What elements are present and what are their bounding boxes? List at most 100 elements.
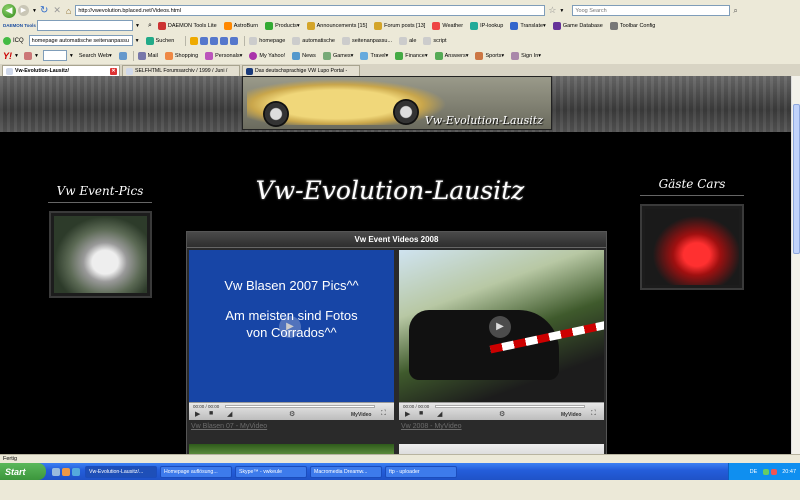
search-web-button[interactable]: Search Web ▾ — [79, 53, 112, 59]
video-screen[interactable]: Vw Blasen 2007 Pics^^ Am meisten sind Fo… — [189, 250, 394, 402]
home-icon[interactable]: ⌂ — [66, 6, 71, 16]
seek-bar[interactable] — [435, 405, 585, 408]
term-seitenanpassung[interactable]: seitenanpassu... — [342, 36, 392, 45]
forward-button[interactable]: ▶ — [18, 5, 29, 16]
search-icon[interactable]: ⌕ — [733, 6, 737, 16]
term-homepage[interactable]: homepage — [249, 36, 285, 45]
pencil-icon[interactable] — [23, 51, 32, 60]
find-icon[interactable] — [230, 36, 239, 45]
stop-button-icon[interactable]: ■ — [419, 410, 423, 417]
bookmark-star-icon[interactable]: ☆ — [548, 5, 556, 16]
news-button[interactable]: News — [292, 51, 316, 60]
video-player[interactable]: Vw Blasen 2007 Pics^^ Am meisten sind Fo… — [189, 250, 394, 438]
term-script[interactable]: script — [423, 36, 447, 45]
back-button[interactable]: ◀ — [2, 3, 16, 18]
search-icon[interactable]: ⌕ — [148, 22, 152, 30]
settings-icon[interactable]: ⚙ — [499, 410, 505, 418]
tray-icon[interactable] — [771, 468, 778, 475]
weather-button[interactable]: Weather — [432, 21, 463, 30]
game-database-button[interactable]: Game Database — [552, 21, 603, 30]
stop-button-icon[interactable]: ■ — [209, 410, 213, 417]
astroburn-button[interactable]: AstroBurn — [223, 21, 258, 30]
games-button[interactable]: Games ▾ — [322, 51, 353, 60]
term-ale[interactable]: ale — [399, 36, 416, 45]
quicklaunch-icon[interactable] — [52, 467, 60, 476]
play-button-icon[interactable]: ▶ — [405, 410, 410, 418]
daemon-search-field[interactable] — [37, 20, 133, 31]
zoom-out-icon[interactable] — [210, 36, 219, 45]
video-preview-partial[interactable] — [189, 444, 394, 454]
play-icon[interactable]: ▶ — [279, 316, 301, 338]
tab-lupo-portal[interactable]: Das deutschsprachige VW Lupo Portal - — [242, 65, 360, 76]
play-icon[interactable]: ▶ — [489, 316, 511, 338]
taskbar-item[interactable]: ftp - uploader — [385, 465, 457, 478]
close-tab-icon[interactable]: ✕ — [110, 68, 117, 75]
taskbar-item[interactable]: Vw-Evolution-Lausitz/... — [85, 465, 157, 478]
video-preview-partial[interactable] — [399, 444, 604, 454]
zoom-reset-icon[interactable] — [220, 36, 229, 45]
fullscreen-icon[interactable]: ⛶ — [381, 410, 386, 418]
start-button[interactable]: Start — [0, 463, 46, 480]
answers-button[interactable]: Answers ▾ — [434, 51, 468, 60]
announcements-button[interactable]: Announcements [15] — [306, 21, 367, 30]
sports-button[interactable]: Sports ▾ — [475, 51, 504, 60]
highlight-icon[interactable] — [190, 36, 199, 45]
dropdown-icon[interactable]: ▼ — [135, 23, 140, 29]
travel-button[interactable]: Travel ▾ — [360, 51, 388, 60]
dropdown-icon[interactable]: ▼ — [34, 53, 39, 59]
clock[interactable]: 20:47 — [782, 469, 796, 475]
personals-button[interactable]: Personals ▾ — [205, 51, 242, 60]
seek-bar[interactable] — [225, 405, 375, 408]
fullscreen-icon[interactable]: ⛶ — [591, 410, 596, 418]
translate-button[interactable]: Translate ▾ — [510, 21, 546, 30]
icq-search-field[interactable] — [28, 35, 133, 46]
language-indicator[interactable]: DE — [750, 469, 758, 475]
go-dropdown-icon[interactable]: ▼ — [559, 8, 564, 14]
taskbar-item[interactable]: Skype™ - vwkeule — [235, 465, 307, 478]
zoom-in-icon[interactable] — [200, 36, 209, 45]
settings-icon[interactable]: ⚙ — [289, 410, 295, 418]
tab-vw-evolution[interactable]: Vw-Evolution-Lausitz/ ✕ — [2, 65, 120, 76]
my-yahoo-button[interactable]: My Yahoo! — [249, 51, 285, 60]
history-dropdown-icon[interactable]: ▼ — [32, 8, 37, 14]
stop-icon[interactable]: ✕ — [53, 5, 61, 16]
term-automatische[interactable]: automatische — [292, 36, 335, 45]
toolbar-config-button[interactable]: Toolbar Config — [609, 21, 655, 30]
tab-selfhtml[interactable]: SELFHTML Forumsarchiv / 1999 / Juni / — [122, 65, 240, 76]
video-screen[interactable]: ▶ — [399, 250, 604, 402]
tray-icon[interactable] — [763, 468, 770, 475]
mail-button[interactable]: Mail — [137, 51, 158, 60]
forum-posts-button[interactable]: Forum posts [13] — [374, 21, 425, 30]
url-bar[interactable] — [75, 5, 546, 16]
scrollbar-thumb[interactable] — [793, 104, 800, 254]
dropdown-icon[interactable]: ▼ — [135, 38, 140, 44]
yahoo-search-field[interactable] — [42, 50, 67, 61]
taskbar-item[interactable]: Homepage auflösung... — [160, 465, 232, 478]
video-player[interactable]: ▶ 00:00 / 00:00 ▶ ■ ◢ ⚙ MyVideo ⛶ Vw 200… — [399, 250, 604, 438]
shopping-button[interactable]: Shopping — [164, 51, 198, 60]
shield-icon[interactable] — [118, 51, 127, 60]
taskbar-item[interactable]: Macromedia Dreamw... — [310, 465, 382, 478]
volume-icon[interactable]: ◢ — [227, 410, 232, 418]
guest-cars-thumbnail[interactable] — [640, 204, 744, 290]
sign-in-button[interactable]: Sign In ▾ — [511, 51, 541, 60]
video-link[interactable]: Vw Blasen 07 - MyVideo — [191, 423, 267, 430]
myvideo-logo: MyVideo — [351, 412, 372, 418]
quicklaunch-icon[interactable] — [72, 467, 80, 476]
reload-icon[interactable]: ↻ — [40, 5, 48, 16]
event-pics-thumbnail[interactable] — [49, 211, 152, 298]
video-link[interactable]: Vw 2008 - MyVideo — [401, 423, 462, 430]
products-button[interactable]: Products ▾ — [265, 21, 300, 30]
dropdown-icon[interactable]: ▼ — [69, 53, 74, 59]
quicklaunch-icon[interactable] — [62, 467, 70, 476]
yahoo-logo-icon[interactable]: Y! — [3, 51, 12, 61]
vertical-scrollbar[interactable] — [791, 76, 800, 454]
icq-search-button[interactable]: Suchen — [145, 36, 174, 45]
search-input[interactable] — [572, 5, 731, 16]
dropdown-icon[interactable]: ▼ — [14, 53, 19, 59]
volume-icon[interactable]: ◢ — [437, 410, 442, 418]
ip-lookup-button[interactable]: IP-lookup — [470, 21, 503, 30]
finance-button[interactable]: Finance ▾ — [395, 51, 428, 60]
play-button-icon[interactable]: ▶ — [195, 410, 200, 418]
daemon-tools-lite-button[interactable]: DAEMON Tools Lite — [157, 21, 217, 30]
